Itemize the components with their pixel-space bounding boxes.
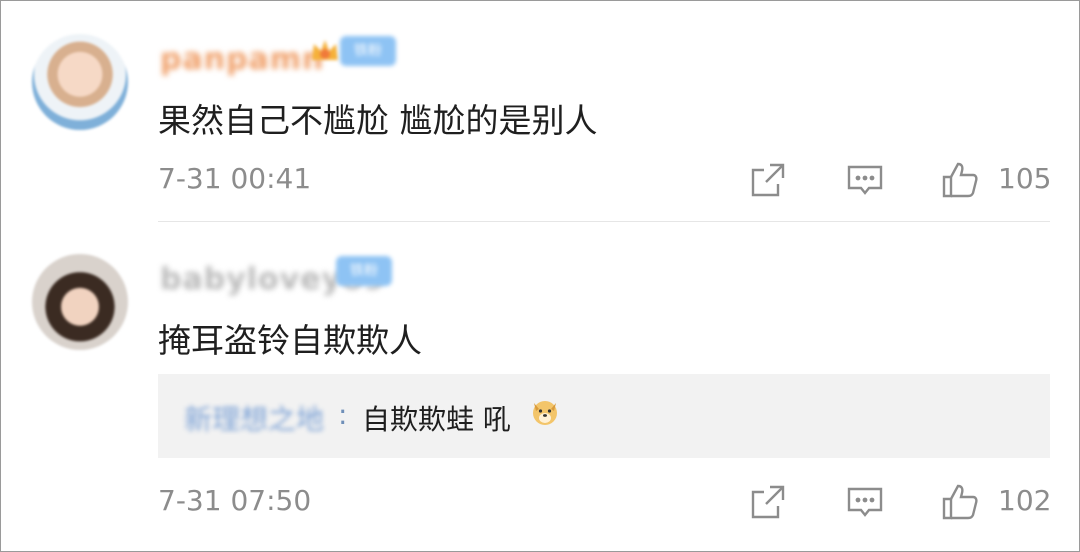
doge-emoji-icon bbox=[530, 397, 560, 427]
comment-time: 7-31 07:50 bbox=[158, 484, 312, 517]
like-count: 102 bbox=[998, 484, 1052, 517]
share-icon[interactable] bbox=[748, 482, 788, 522]
fan-badge: 铁粉 bbox=[340, 36, 396, 66]
comment-item: babyloveyo9 铁粉 掩耳盗铃自欺欺人 新理想之地 : 自欺欺蛙 吼 7… bbox=[0, 222, 1080, 552]
reply-colon: : bbox=[338, 398, 348, 431]
share-icon[interactable] bbox=[748, 160, 788, 200]
crown-icon bbox=[308, 34, 342, 68]
reply-preview[interactable]: 新理想之地 : 自欺欺蛙 吼 bbox=[158, 374, 1050, 458]
like-icon[interactable] bbox=[940, 160, 980, 200]
comment-item: panpamn 铁粉 果然自己不尴尬 尴尬的是别人 7-31 00:41 105 bbox=[0, 0, 1080, 222]
avatar[interactable] bbox=[32, 34, 128, 130]
comment-text: 果然自己不尴尬 尴尬的是别人 bbox=[158, 101, 598, 140]
reply-icon[interactable] bbox=[845, 160, 885, 200]
comment-text: 掩耳盗铃自欺欺人 bbox=[158, 321, 422, 360]
like-count: 105 bbox=[998, 162, 1052, 195]
comment-time: 7-31 00:41 bbox=[158, 162, 312, 195]
reply-text: 自欺欺蛙 吼 bbox=[362, 403, 511, 436]
reply-username[interactable]: 新理想之地 bbox=[184, 398, 324, 438]
avatar[interactable] bbox=[32, 254, 128, 350]
fan-badge: 铁粉 bbox=[336, 256, 392, 286]
reply-icon[interactable] bbox=[845, 482, 885, 522]
like-icon[interactable] bbox=[940, 482, 980, 522]
username[interactable]: panpamn bbox=[160, 42, 324, 77]
